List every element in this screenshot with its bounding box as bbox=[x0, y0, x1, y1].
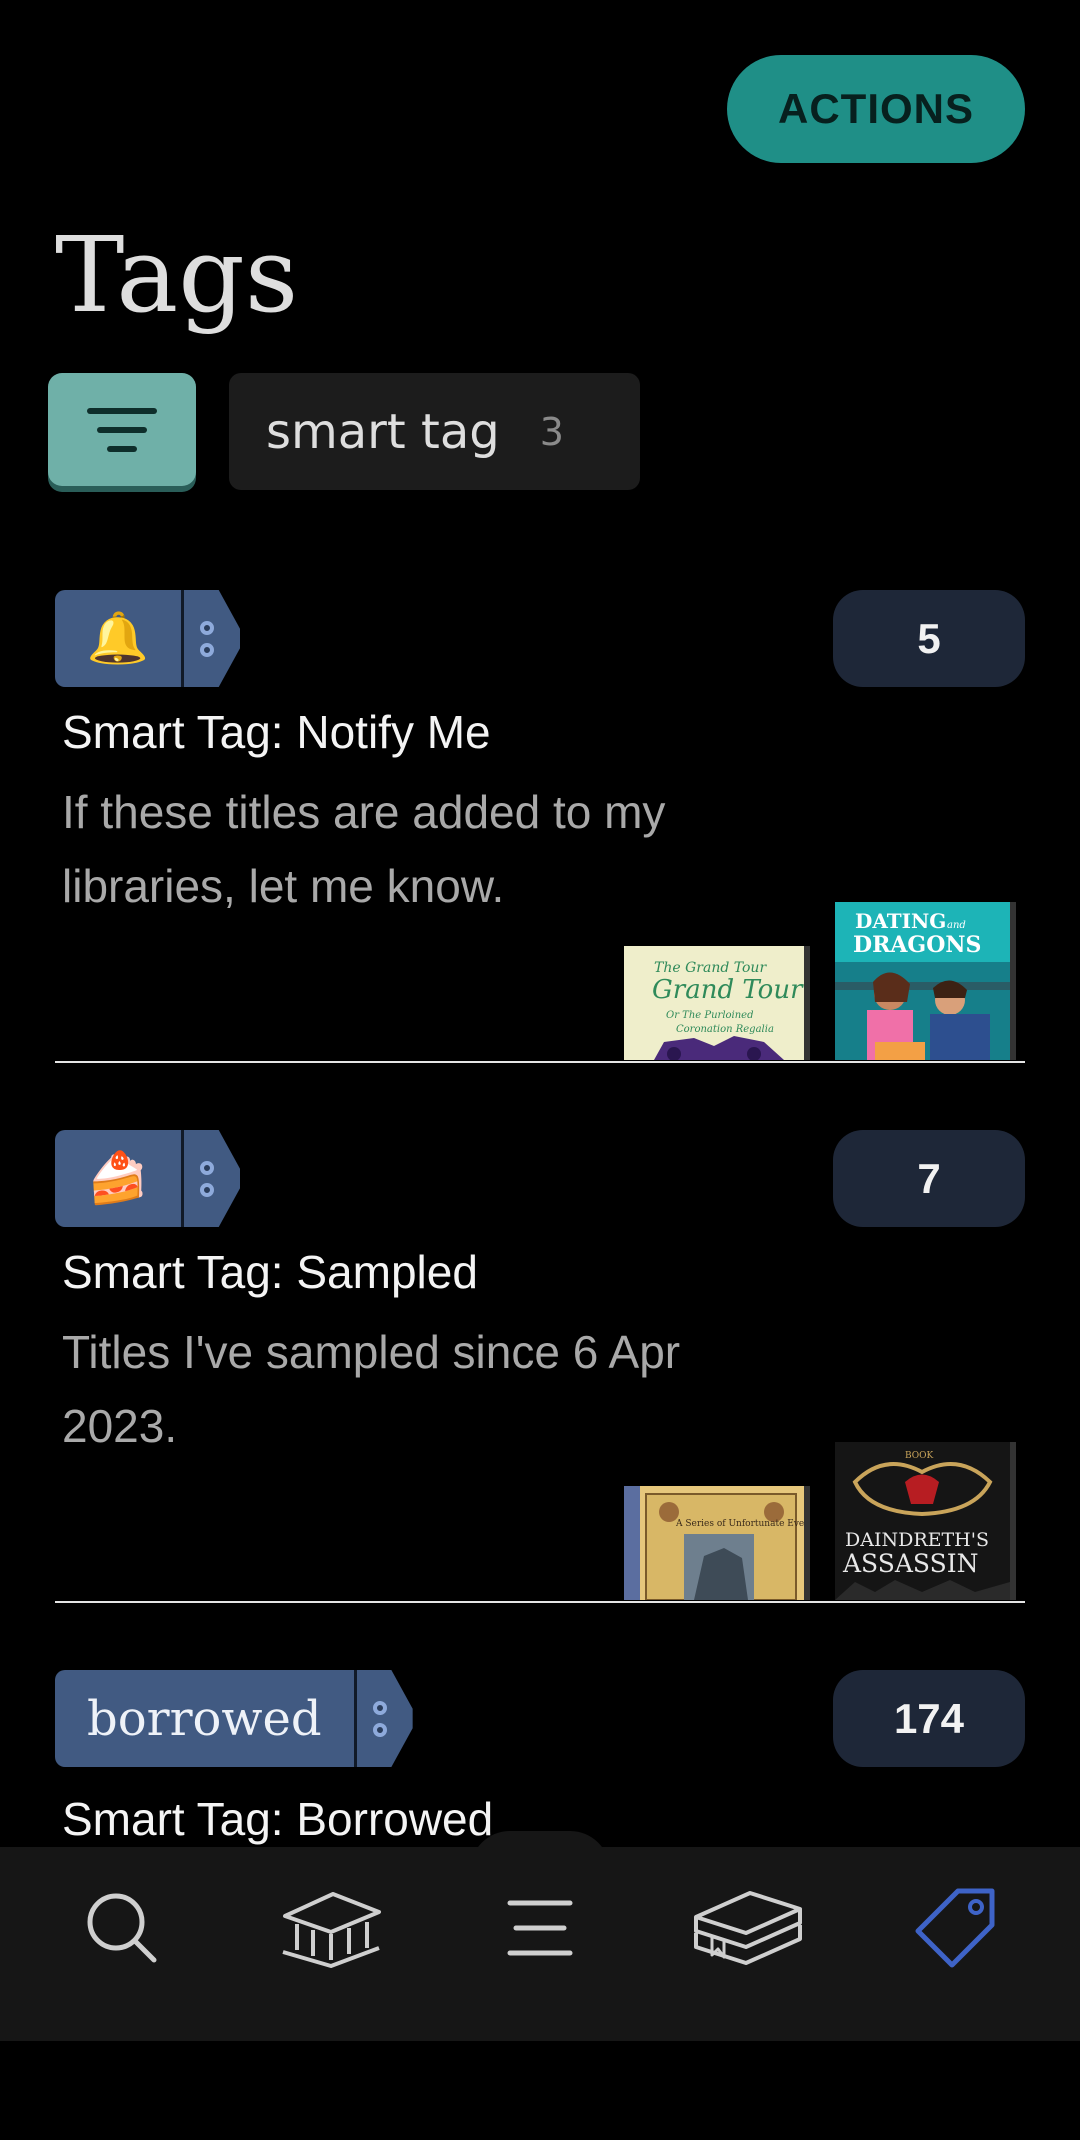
tag-label: borrowed bbox=[55, 1670, 354, 1767]
tag-description: If these titles are added to my librarie… bbox=[62, 786, 666, 912]
svg-text:BOOK: BOOK bbox=[905, 1451, 934, 1461]
tag-menu-button[interactable] bbox=[356, 1670, 413, 1767]
bell-icon: 🔔 bbox=[55, 590, 181, 687]
book-cover-unfortunate-events[interactable]: A Series of Unfortunate Events bbox=[624, 1486, 804, 1600]
filter-chip-count: 3 bbox=[539, 409, 564, 454]
actions-button[interactable]: ACTIONS bbox=[727, 55, 1025, 163]
tag-button-sampled[interactable]: 🍰 bbox=[55, 1130, 240, 1227]
tag-description: Titles I've sampled since 6 Apr 2023. bbox=[62, 1326, 681, 1452]
tag-button-borrowed[interactable]: borrowed bbox=[55, 1670, 413, 1767]
book-cover-daindreths-assassin[interactable]: BOOK DAINDRETH'S ASSASSIN bbox=[835, 1442, 1010, 1600]
svg-text:Grand Tour: Grand Tour bbox=[652, 975, 804, 1005]
tag-menu-button[interactable] bbox=[184, 1130, 240, 1227]
page-title: Tags bbox=[55, 214, 299, 336]
svg-text:and: and bbox=[947, 920, 966, 931]
nav-menu[interactable] bbox=[480, 1878, 600, 1978]
cover-art: A Series of Unfortunate Events bbox=[624, 1486, 804, 1600]
tag-count-badge: 174 bbox=[833, 1670, 1025, 1767]
tag-item-sampled[interactable]: 🍰 7 Smart Tag: Sampled Titles I've sampl… bbox=[0, 1130, 1080, 1600]
svg-text:ASSASSIN: ASSASSIN bbox=[842, 1549, 979, 1578]
nav-search[interactable] bbox=[62, 1878, 182, 1978]
cover-title-the: The Grand Tour bbox=[654, 960, 767, 976]
tag-count-badge: 7 bbox=[833, 1130, 1025, 1227]
filter-lines-icon bbox=[87, 407, 157, 452]
svg-text:DATING: DATING bbox=[855, 909, 946, 933]
cover-title: A Series of Unfortunate Events bbox=[675, 1519, 804, 1529]
section-divider bbox=[55, 1601, 1025, 1603]
filter-button[interactable] bbox=[48, 373, 196, 486]
books-icon bbox=[694, 1891, 802, 1965]
cake-icon: 🍰 bbox=[55, 1130, 181, 1227]
nav-bookshelf[interactable] bbox=[688, 1878, 808, 1978]
book-cover-dating-and-dragons[interactable]: DATING and DRAGONS bbox=[835, 902, 1010, 1060]
section-divider bbox=[55, 1061, 1025, 1063]
tag-title: Smart Tag: Sampled bbox=[62, 1246, 478, 1298]
tag-button-notify-me[interactable]: 🔔 bbox=[55, 590, 240, 687]
cover-art: DATING and DRAGONS bbox=[835, 902, 1010, 1060]
svg-text:DAINDRETH'S: DAINDRETH'S bbox=[845, 1529, 989, 1551]
tag-menu-button[interactable] bbox=[184, 590, 240, 687]
tag-title: Smart Tag: Notify Me bbox=[62, 706, 491, 758]
tag-item-notify-me[interactable]: 🔔 5 Smart Tag: Notify Me If these titles… bbox=[0, 590, 1080, 1060]
svg-text:DRAGONS: DRAGONS bbox=[853, 932, 981, 958]
tag-icon bbox=[915, 1888, 995, 1968]
filter-chip-label: smart tag bbox=[266, 403, 500, 460]
menu-icon bbox=[507, 1900, 573, 1956]
nav-libraries[interactable] bbox=[270, 1878, 390, 1978]
book-cover-grand-tour[interactable]: The Grand Tour Grand Tour Or The Purloin… bbox=[624, 946, 804, 1060]
cover-art: The Grand Tour Grand Tour Or The Purloin… bbox=[624, 946, 804, 1060]
tag-title: Smart Tag: Borrowed bbox=[62, 1793, 494, 1845]
svg-text:Or The Purloined: Or The Purloined bbox=[666, 1010, 754, 1021]
filter-chip-smart-tag[interactable]: smart tag 3 bbox=[229, 373, 640, 490]
cover-art: BOOK DAINDRETH'S ASSASSIN bbox=[835, 1442, 1010, 1600]
svg-text:Coronation Regalia: Coronation Regalia bbox=[676, 1024, 774, 1035]
library-icon bbox=[282, 1892, 381, 1968]
search-icon bbox=[87, 1893, 157, 1963]
nav-tags[interactable] bbox=[895, 1878, 1015, 1978]
tag-count-badge: 5 bbox=[833, 590, 1025, 687]
